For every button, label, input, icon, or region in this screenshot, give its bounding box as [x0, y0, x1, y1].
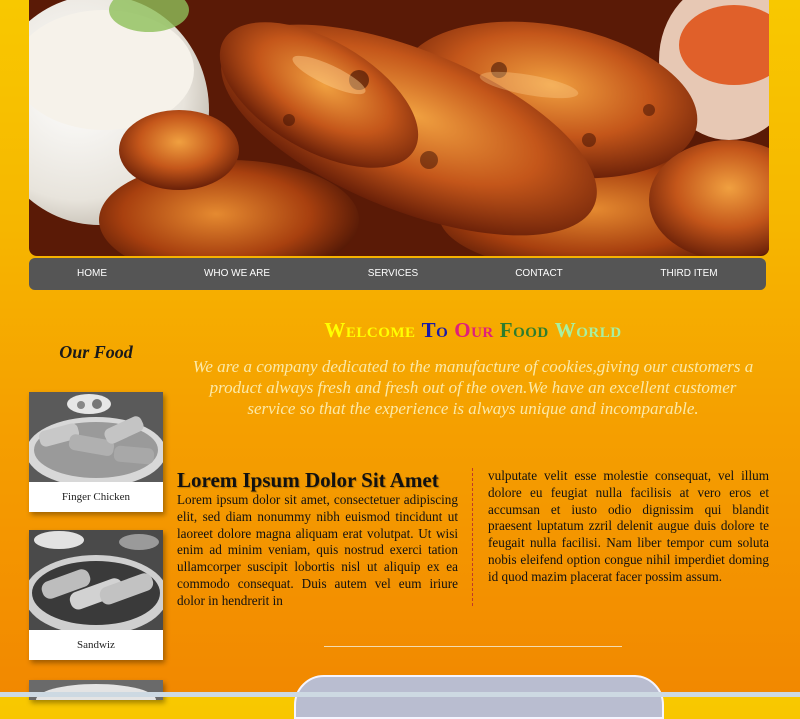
- nav-home[interactable]: HOME: [77, 258, 107, 290]
- column-divider: [472, 468, 473, 606]
- welcome-word: Welcome: [324, 318, 416, 342]
- welcome-word: To: [421, 318, 449, 342]
- bottom-panel: [294, 675, 664, 719]
- intro-text: We are a company dedicated to the manufa…: [192, 357, 754, 418]
- finger-chicken-image: [29, 392, 163, 482]
- horizontal-divider: [324, 646, 622, 647]
- food-card-finger-chicken[interactable]: Finger Chicken: [29, 392, 163, 512]
- food-card-partial[interactable]: [29, 680, 163, 700]
- footer-strip: [0, 692, 800, 697]
- welcome-word: World: [554, 318, 622, 342]
- article-left-column: Lorem Ipsum Dolor Sit Amet Lorem ipsum d…: [177, 468, 458, 610]
- food-card-sandwiz[interactable]: Sandwiz: [29, 530, 163, 660]
- welcome-word: Food: [499, 318, 549, 342]
- article-left-text: Lorem ipsum dolor sit amet, consectetuer…: [177, 492, 458, 608]
- food-card-caption: Sandwiz: [77, 639, 115, 651]
- nav-contact[interactable]: CONTACT: [515, 258, 563, 290]
- sandwiz-image: [29, 530, 163, 630]
- nav-who-we-are[interactable]: WHO WE ARE: [204, 258, 270, 290]
- welcome-word: Our: [454, 318, 494, 342]
- nav-services[interactable]: SERVICES: [368, 258, 418, 290]
- welcome-heading: Welcome To Our Food World: [190, 318, 756, 343]
- hero-image: [29, 0, 769, 256]
- nav-third-item[interactable]: THIRD ITEM: [660, 258, 717, 290]
- food-card-caption: Finger Chicken: [61, 491, 131, 503]
- article-heading: Lorem Ipsum Dolor Sit Amet: [177, 468, 439, 492]
- article-right-column: vulputate velit esse molestie consequat,…: [488, 468, 769, 586]
- food-card-partial-image: [29, 680, 163, 700]
- sidebar-title: Our Food: [59, 342, 133, 362]
- article-right-text: vulputate velit esse molestie consequat,…: [488, 468, 769, 584]
- main-nav: HOME WHO WE ARE SERVICES CONTACT THIRD I…: [29, 258, 766, 290]
